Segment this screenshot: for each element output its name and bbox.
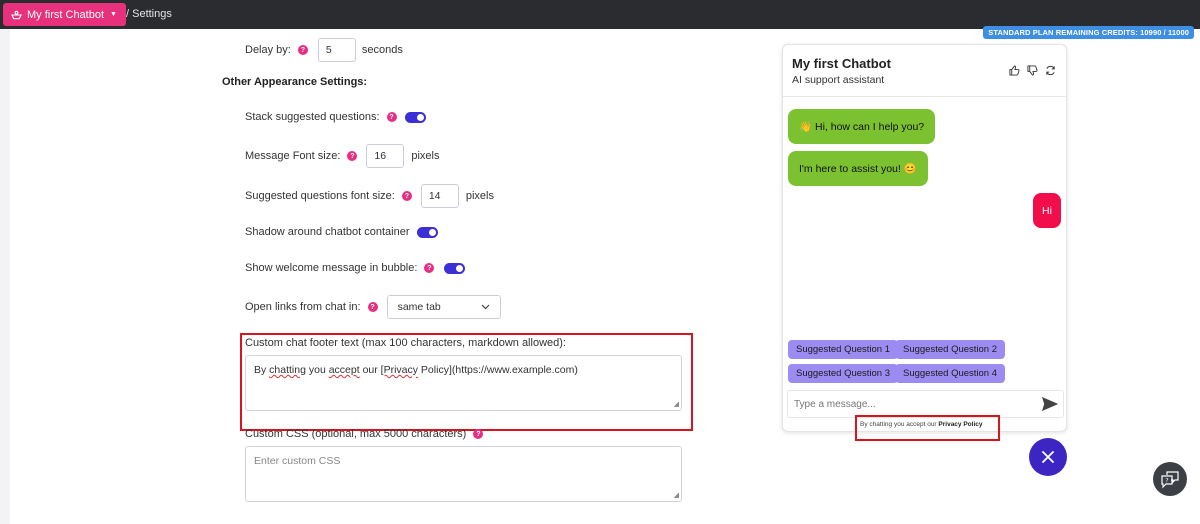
open-links-value: same tab [397,301,441,313]
suggested-question-button[interactable]: Suggested Question 1 [788,340,899,359]
thumbs-down-icon[interactable] [1027,65,1038,76]
top-bar: My first Chatbot ▼ / Settings [0,0,1200,29]
caret-down-icon: ▼ [110,11,117,18]
welcome-bubble-label: Show welcome message in bubble: [245,262,418,274]
shadow-toggle[interactable] [416,226,438,238]
shadow-setting: Shadow around chatbot container [245,226,438,238]
help-icon[interactable]: ? [473,429,484,439]
help-icon[interactable]: ? [297,45,308,55]
custom-css-label: Custom CSS (optional, max 5000 character… [245,428,467,440]
suggested-question-button[interactable]: Suggested Question 2 [895,340,1006,359]
suggested-question-button[interactable]: Suggested Question 3 [788,364,899,383]
chat-message-input[interactable]: Type a message... [787,390,1064,418]
chat-header-divider [783,96,1066,97]
suggested-question-button[interactable]: Suggested Question 4 [895,364,1006,383]
bot-message: 👋 Hi, how can I help you? [788,109,936,144]
help-icon[interactable]: ? [424,263,435,273]
open-links-label: Open links from chat in: [245,301,361,313]
section-title: Other Appearance Settings: [222,76,368,88]
suggested-font-label: Suggested questions font size: [245,190,395,202]
chat-title: My first Chatbot [792,56,891,71]
custom-css-textarea[interactable]: Enter custom CSS ◢ [245,446,682,502]
bot-message: I'm here to assist you! 😊 [788,151,928,186]
delay-input[interactable]: 5 [317,38,356,62]
help-chat-button[interactable]: ? [1153,462,1187,496]
message-font-unit: pixels [411,150,440,162]
suggested-font-unit: pixels [465,190,494,202]
stack-suggested-setting: Stack suggested questions: ? [245,111,426,123]
bot-icon [11,10,22,19]
open-links-select[interactable]: same tab [386,295,501,319]
svg-text:?: ? [1165,477,1168,484]
help-icon[interactable]: ? [367,302,378,312]
shadow-label: Shadow around chatbot container [245,226,410,238]
message-font-label: Message Font size: [245,150,341,162]
chat-header-actions [1009,65,1056,76]
chatbot-selector-label: My first Chatbot [27,8,105,21]
delay-setting: Delay by: ? 5 seconds [245,38,403,62]
help-chat-icon: ? [1161,470,1179,488]
help-icon[interactable]: ? [347,151,358,161]
breadcrumb: / Settings [126,8,172,20]
user-message: Hi [1033,193,1061,228]
custom-css-placeholder: Enter custom CSS [254,455,341,467]
help-icon[interactable]: ? [401,191,412,201]
credits-badge: STANDARD PLAN REMAINING CREDITS: 10990 /… [983,26,1194,39]
highlight-box [855,415,1000,441]
highlight-box [240,333,693,431]
chat-subtitle: AI support assistant [792,74,885,86]
resize-grip-icon[interactable]: ◢ [674,491,679,499]
delay-unit: seconds [361,44,403,56]
open-links-setting: Open links from chat in: ? same tab [245,295,501,319]
suggested-font-input[interactable]: 14 [420,184,459,208]
chat-input-placeholder: Type a message... [794,398,876,410]
suggested-font-setting: Suggested questions font size: ? 14 pixe… [245,184,494,208]
thumbs-up-icon[interactable] [1009,65,1020,76]
refresh-icon[interactable] [1045,65,1056,76]
chatbot-preview: My first Chatbot AI support assistant 👋 … [782,44,1067,432]
welcome-bubble-toggle[interactable] [444,262,466,274]
custom-css-setting: Custom CSS (optional, max 5000 character… [245,428,484,440]
message-font-setting: Message Font size: ? 16 pixels [245,144,440,168]
close-chat-button[interactable] [1029,438,1067,476]
send-icon[interactable] [1042,397,1058,411]
message-font-input[interactable]: 16 [366,144,405,168]
delay-label: Delay by: [245,44,291,56]
stack-suggested-toggle[interactable] [404,111,426,123]
chatbot-selector-button[interactable]: My first Chatbot ▼ [3,3,126,26]
help-icon[interactable]: ? [386,112,397,122]
close-icon [1042,451,1054,463]
chevron-down-icon [481,304,489,310]
stack-suggested-label: Stack suggested questions: [245,111,380,123]
welcome-bubble-setting: Show welcome message in bubble: ? [245,262,466,274]
